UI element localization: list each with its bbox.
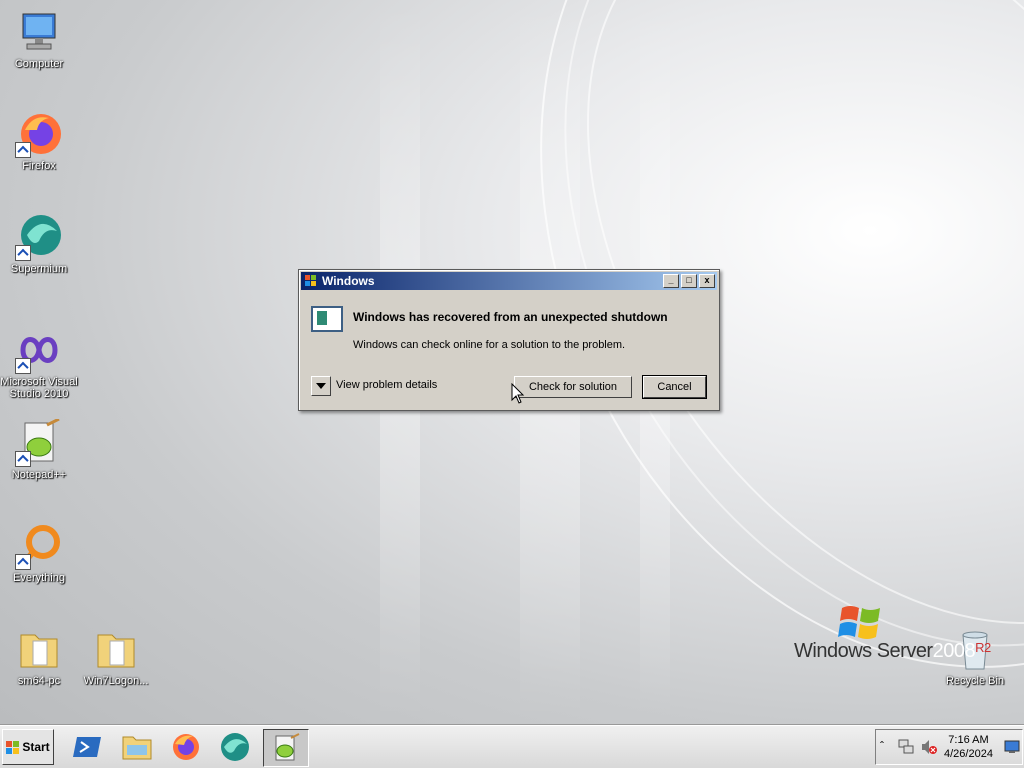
taskbar-supermium[interactable] <box>213 729 257 765</box>
desktop-icon-label: sm64-pc <box>17 675 61 687</box>
firefox-icon <box>173 734 199 760</box>
details-expander-button[interactable] <box>311 376 331 396</box>
start-button[interactable]: Start <box>2 729 54 765</box>
visual-studio-icon <box>15 326 63 374</box>
folder-icon <box>92 625 140 673</box>
show-hidden-icons-chevron-icon[interactable]: ˆ <box>880 739 884 753</box>
supermium-icon <box>221 733 249 761</box>
computer-icon <box>15 8 63 56</box>
cancel-button[interactable]: Cancel <box>642 375 707 399</box>
taskbar-powershell[interactable] <box>66 729 110 765</box>
desktop-icon-computer[interactable]: Computer <box>0 8 78 70</box>
desktop-icon-label: Supermium <box>10 263 68 275</box>
dialog-title: Windows <box>322 274 375 288</box>
dialog-titlebar[interactable]: Windows _ □ x <box>301 272 717 290</box>
windows-icon <box>305 275 316 286</box>
taskbar: Start ˆ 7:16 AM 4/26/2024 <box>0 725 1024 768</box>
supermium-icon <box>15 213 63 261</box>
branding-year: 2008 <box>932 640 976 662</box>
network-icon[interactable] <box>897 738 915 756</box>
windows-start-icon <box>6 740 20 754</box>
message-icon <box>311 306 343 332</box>
desktop-icon-label: Computer <box>14 58 64 70</box>
everything-search-icon <box>15 522 63 570</box>
mouse-cursor-icon <box>511 383 525 404</box>
shortcut-arrow-icon <box>15 245 31 261</box>
desktop-icon-win7logon[interactable]: Win7Logon... <box>77 625 155 687</box>
desktop-icon-firefox[interactable]: Firefox <box>0 110 78 172</box>
powershell-icon <box>73 737 101 757</box>
show-desktop-icon[interactable] <box>1004 740 1020 754</box>
folder-icon <box>15 625 63 673</box>
maximize-button[interactable]: □ <box>681 274 697 288</box>
taskbar-explorer[interactable] <box>115 729 159 765</box>
branding-text: Windows Server <box>794 640 933 662</box>
volume-muted-icon[interactable] <box>920 738 938 756</box>
desktop-icon-supermium[interactable]: Supermium <box>0 213 78 275</box>
recovery-dialog: Windows _ □ x Windows has recovered from… <box>298 269 720 411</box>
close-button[interactable]: x <box>699 274 715 288</box>
desktop-icon-label: Microsoft Visual Studio 2010 <box>0 376 78 400</box>
taskbar-notepad-plus-plus[interactable] <box>263 729 309 767</box>
clock-date: 4/26/2024 <box>944 748 993 760</box>
check-for-solution-button[interactable]: Check for solution <box>514 376 632 398</box>
shortcut-arrow-icon <box>15 142 31 158</box>
branding-edition: R2 <box>975 640 991 655</box>
desktop-icon-label: Win7Logon... <box>83 675 149 687</box>
system-tray: ˆ 7:16 AM 4/26/2024 <box>875 729 1023 765</box>
explorer-icon <box>122 736 152 760</box>
windows-flag-logo <box>838 602 884 642</box>
start-label: Start <box>22 740 50 754</box>
details-label[interactable]: View problem details <box>336 379 437 391</box>
desktop-icon-label: Firefox <box>22 160 56 172</box>
desktop-icon-everything[interactable]: Everything <box>0 522 78 584</box>
dialog-message: Windows can check online for a solution … <box>353 339 626 351</box>
notepad-plus-plus-icon <box>275 733 300 761</box>
desktop-icon-visual-studio[interactable]: Microsoft Visual Studio 2010 <box>0 326 78 400</box>
clock-time: 7:16 AM <box>948 734 989 746</box>
shortcut-arrow-icon <box>15 554 31 570</box>
notepad-plus-plus-icon <box>15 417 63 467</box>
desktop-icon-label: Recycle Bin <box>945 675 1005 687</box>
minimize-button[interactable]: _ <box>663 274 679 288</box>
dialog-heading: Windows has recovered from an unexpected… <box>353 310 668 324</box>
taskbar-firefox[interactable] <box>164 729 208 765</box>
desktop-icon-notepad-plus-plus[interactable]: Notepad++ <box>0 417 78 481</box>
clock[interactable]: 7:16 AM 4/26/2024 <box>944 733 993 761</box>
shortcut-arrow-icon <box>15 451 31 467</box>
firefox-icon <box>15 110 63 158</box>
shortcut-arrow-icon <box>15 358 31 374</box>
windows-server-branding: Windows Server2008R2 <box>794 640 991 663</box>
desktop-icon-label: Everything <box>13 572 65 584</box>
desktop-icon-label: Notepad++ <box>11 469 67 481</box>
desktop-icon-sm64-pc[interactable]: sm64-pc <box>0 625 78 687</box>
